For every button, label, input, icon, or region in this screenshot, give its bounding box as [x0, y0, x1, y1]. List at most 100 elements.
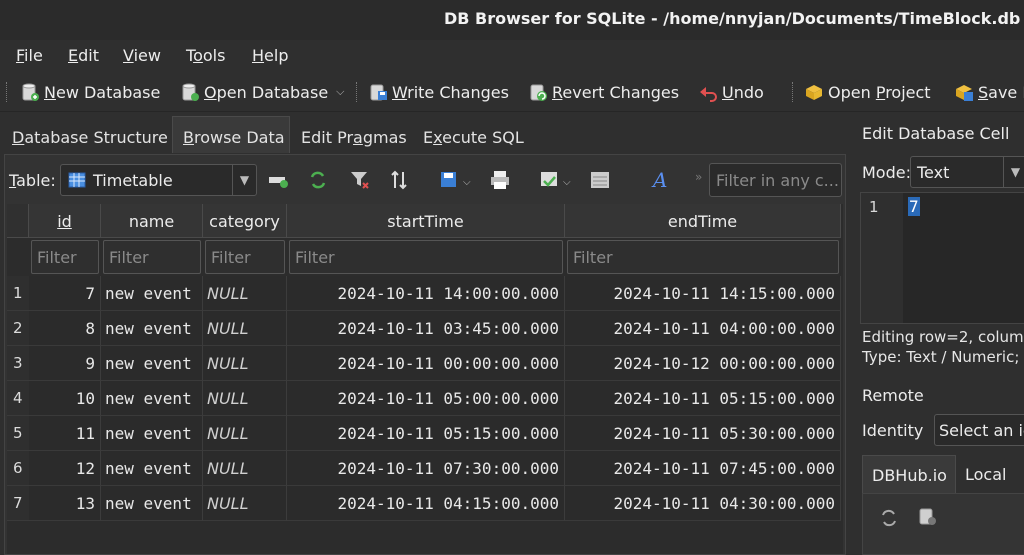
data-grid: id name category startTime endTime Filte… — [7, 204, 843, 554]
menu-view[interactable]: View — [123, 46, 161, 65]
row-header[interactable]: 2 — [7, 311, 29, 346]
table-cell-starttime[interactable]: 2024-10-11 03:45:00.000 — [287, 311, 565, 346]
chevron-down-icon[interactable]: ⌵ — [336, 85, 344, 99]
table-cell-name[interactable]: new event — [101, 451, 203, 486]
table-cell-name[interactable]: new event — [101, 346, 203, 381]
row-header[interactable]: 7 — [7, 486, 29, 521]
table-label-text: able: — [16, 171, 56, 190]
table-cell-endtime[interactable]: 2024-10-11 04:30:00.000 — [565, 486, 841, 521]
sort-icon[interactable] — [389, 169, 411, 191]
table-cell-name[interactable]: new event — [101, 486, 203, 521]
table-select[interactable]: Timetable ▼ — [60, 164, 257, 196]
filter-name-input[interactable]: Filter — [103, 240, 201, 274]
row-header[interactable]: 5 — [7, 416, 29, 451]
filter-id-input[interactable]: Filter — [31, 240, 99, 274]
column-header-category[interactable]: category — [203, 204, 287, 238]
tab-dbhub[interactable]: DBHub.io — [862, 455, 956, 493]
table-cell-starttime[interactable]: 2024-10-11 07:30:00.000 — [287, 451, 565, 486]
undo-button[interactable]: Undo — [698, 80, 764, 104]
table-cell-category[interactable]: NULL — [203, 311, 287, 346]
edit-cell-title: Edit Database Cell — [862, 124, 1010, 143]
table-cell-id[interactable]: 10 — [29, 381, 101, 416]
table-cell-name[interactable]: new event — [101, 311, 203, 346]
write-changes-button[interactable]: Write Changes — [368, 80, 509, 104]
row-header[interactable]: 1 — [7, 276, 29, 311]
cell-editor[interactable]: 1 7 — [860, 192, 1024, 324]
chevron-down-icon[interactable]: ▼ — [232, 165, 256, 195]
filter-any-column-input[interactable]: Filter in any c... — [709, 163, 842, 197]
print-icon[interactable] — [489, 169, 511, 191]
revert-changes-button[interactable]: Revert Changes — [528, 80, 679, 104]
table-cell-id[interactable]: 11 — [29, 416, 101, 451]
table-cell-category[interactable]: NULL — [203, 451, 287, 486]
table-cell-name[interactable]: new event — [101, 276, 203, 311]
table-cell-endtime[interactable]: 2024-10-11 07:45:00.000 — [565, 451, 841, 486]
table-cell-category[interactable]: NULL — [203, 276, 287, 311]
save-filter-icon[interactable] — [439, 169, 461, 191]
save-project-button[interactable]: Save P — [954, 80, 1024, 104]
row-header[interactable]: 6 — [7, 451, 29, 486]
regex-icon[interactable]: A — [649, 168, 671, 192]
table-cell-id[interactable]: 12 — [29, 451, 101, 486]
table-cell-category[interactable]: NULL — [203, 486, 287, 521]
table-cell-id[interactable]: 8 — [29, 311, 101, 346]
table-cell-id[interactable]: 7 — [29, 276, 101, 311]
table-cell-endtime[interactable]: 2024-10-11 05:15:00.000 — [565, 381, 841, 416]
open-project-button[interactable]: Open Project — [804, 80, 931, 104]
refresh-table-icon[interactable] — [267, 169, 289, 191]
table-cell-starttime[interactable]: 2024-10-11 00:00:00.000 — [287, 346, 565, 381]
menu-file[interactable]: File — [16, 46, 43, 65]
menu-edit[interactable]: Edit — [68, 46, 99, 65]
table-cell-category[interactable]: NULL — [203, 381, 287, 416]
chevron-down-icon[interactable]: ▼ — [1003, 157, 1024, 187]
clone-database-icon[interactable] — [917, 506, 939, 532]
cell-value-text[interactable]: 7 — [908, 197, 920, 216]
mode-select[interactable]: Text ▼ — [910, 156, 1024, 188]
chevron-down-icon[interactable]: ⌵ — [463, 177, 471, 188]
table-cell-id[interactable]: 13 — [29, 486, 101, 521]
tab-execute-sql[interactable]: Execute SQL — [423, 118, 524, 155]
filter-category-input[interactable]: Filter — [205, 240, 285, 274]
table-cell-starttime[interactable]: 2024-10-11 14:00:00.000 — [287, 276, 565, 311]
clear-filters-icon[interactable] — [349, 169, 371, 191]
delete-record-icon[interactable] — [589, 169, 611, 191]
table-cell-starttime[interactable]: 2024-10-11 04:15:00.000 — [287, 486, 565, 521]
table-cell-name[interactable]: new event — [101, 416, 203, 451]
column-header-name[interactable]: name — [101, 204, 203, 238]
tab-browse-data[interactable]: Browse Data — [172, 116, 290, 153]
filter-endtime-input[interactable]: Filter — [567, 240, 839, 274]
tab-local[interactable]: Local — [965, 455, 1006, 493]
title-bar: DB Browser for SQLite - /home/nnyjan/Doc… — [0, 0, 1024, 40]
tab-database-structure[interactable]: Database Structure — [12, 118, 168, 155]
chevron-down-icon[interactable]: ⌵ — [563, 177, 571, 188]
menu-tools[interactable]: Tools — [186, 46, 225, 65]
table-cell-endtime[interactable]: 2024-10-12 00:00:00.000 — [565, 346, 841, 381]
filter-endtime-placeholder: Filter — [573, 248, 613, 267]
table-cell-category[interactable]: NULL — [203, 346, 287, 381]
column-header-endtime-label: endTime — [667, 212, 738, 231]
new-database-button[interactable]: New Database — [20, 80, 160, 104]
table-cell-id[interactable]: 9 — [29, 346, 101, 381]
column-header-starttime[interactable]: startTime — [287, 204, 565, 238]
identity-label: Identity — [862, 421, 924, 440]
insert-record-icon[interactable] — [539, 169, 561, 191]
tab-edit-pragmas[interactable]: Edit Pragmas — [301, 118, 407, 155]
row-header[interactable]: 4 — [7, 381, 29, 416]
column-header-endtime[interactable]: endTime — [565, 204, 841, 238]
table-cell-endtime[interactable]: 2024-10-11 14:15:00.000 — [565, 276, 841, 311]
identity-select[interactable]: Select an io — [934, 414, 1024, 446]
refresh-icon[interactable] — [879, 508, 899, 532]
table-cell-category[interactable]: NULL — [203, 416, 287, 451]
overflow-icon[interactable]: » — [695, 170, 702, 184]
column-header-id[interactable]: id — [29, 204, 101, 238]
row-header[interactable]: 3 — [7, 346, 29, 381]
table-cell-starttime[interactable]: 2024-10-11 05:15:00.000 — [287, 416, 565, 451]
filter-starttime-input[interactable]: Filter — [289, 240, 563, 274]
table-cell-endtime[interactable]: 2024-10-11 04:00:00.000 — [565, 311, 841, 346]
table-cell-starttime[interactable]: 2024-10-11 05:00:00.000 — [287, 381, 565, 416]
table-cell-name[interactable]: new event — [101, 381, 203, 416]
reload-icon[interactable] — [307, 169, 329, 191]
menu-help[interactable]: Help — [252, 46, 288, 65]
table-cell-endtime[interactable]: 2024-10-11 05:30:00.000 — [565, 416, 841, 451]
open-database-button[interactable]: Open Database ⌵ — [180, 80, 345, 104]
